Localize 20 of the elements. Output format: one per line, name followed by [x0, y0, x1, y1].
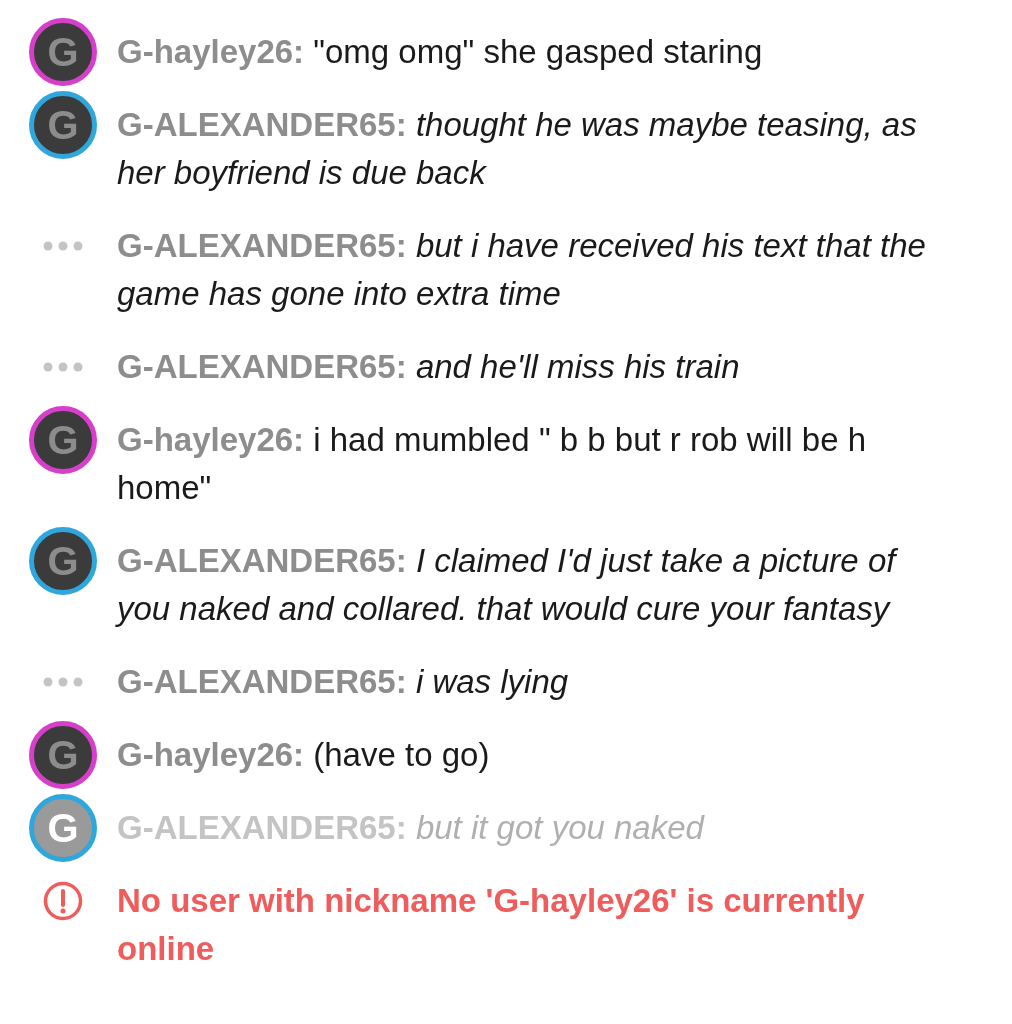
user-avatar[interactable]: G [29, 18, 97, 86]
warning-icon [43, 881, 83, 921]
chat-message: G-ALEXANDER65: i was lying [117, 662, 570, 702]
user-avatar[interactable]: G [29, 794, 97, 862]
chat-message: G-hayley26: (have to go) [117, 735, 491, 775]
error-message: No user with nickname 'G-hayley26' is currently online [117, 881, 866, 969]
user-avatar[interactable]: G [29, 406, 97, 474]
chat-message: G-hayley26: i had mumbled " b b but r rob will be h home" [117, 420, 868, 508]
chat-message: G-ALEXANDER65: and he'll miss his train [117, 347, 741, 387]
chat-message: G-hayley26: "omg omg" she gasped staring [117, 32, 764, 72]
user-avatar[interactable]: G [29, 721, 97, 789]
user-avatar[interactable]: G [29, 527, 97, 595]
chat-message: G-ALEXANDER65: but i have received his text that the game has gone into extra time [117, 226, 927, 314]
ellipsis-icon [43, 241, 83, 251]
chat-message: G-ALEXANDER65: but it got you naked [117, 808, 706, 848]
chat-message: G-ALEXANDER65: I claimed I'd just take a picture of you naked and collared. that would cure your fantasy [117, 541, 899, 629]
chat-message: G-ALEXANDER65: thought he was maybe teasing, as her boyfriend is due back [117, 105, 918, 193]
user-avatar[interactable]: G [29, 91, 97, 159]
ellipsis-icon [43, 362, 83, 372]
ellipsis-icon [43, 677, 83, 687]
